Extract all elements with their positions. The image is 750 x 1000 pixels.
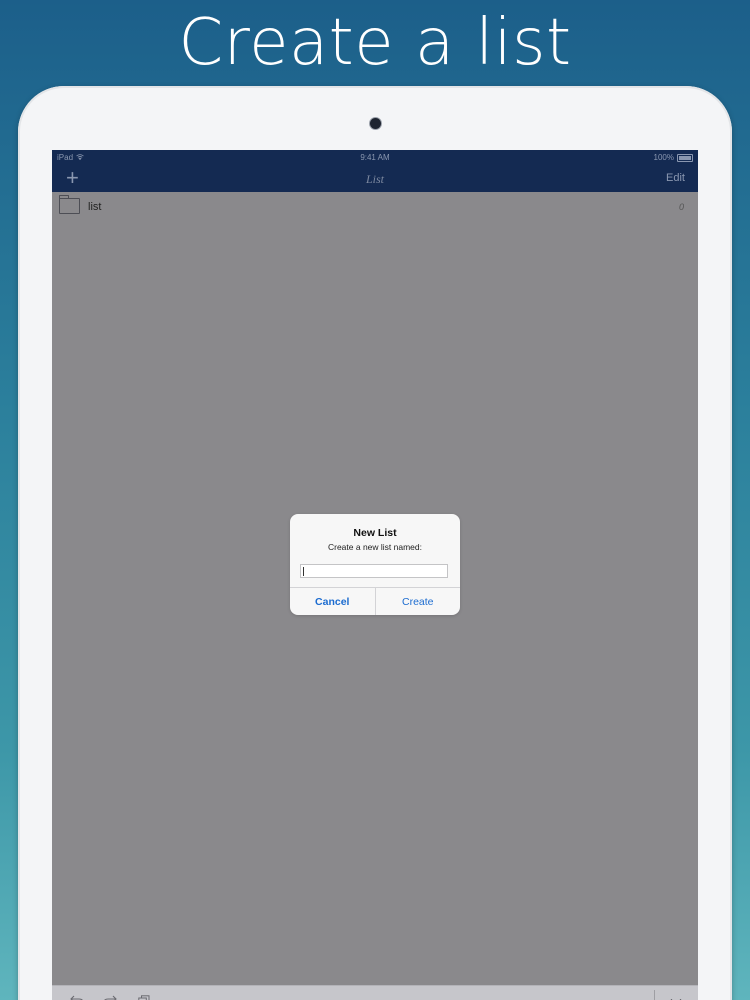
list-item[interactable]: list 0 [52, 192, 698, 222]
status-bar: iPad 9:41 AM 100% [52, 150, 698, 166]
navigation-bar: + List Edit [52, 166, 698, 192]
new-list-dialog: New List Create a new list named: Cancel… [290, 514, 460, 615]
status-time: 9:41 AM [360, 153, 390, 162]
dialog-message: Create a new list named: [327, 542, 423, 552]
bottom-toolbar [52, 985, 698, 1000]
undo-icon[interactable] [70, 995, 84, 1000]
copy-icon[interactable] [138, 995, 150, 1000]
list-item-label: list [88, 201, 102, 213]
promo-page: Create a list iPad 9:41 AM 100% + List E… [0, 0, 750, 1000]
chevron-down-icon[interactable] [670, 995, 682, 1000]
status-right: 100% [654, 153, 693, 162]
edit-button[interactable]: Edit [666, 172, 685, 184]
folder-icon [59, 195, 80, 214]
text-caret [303, 567, 304, 576]
list-item-count: 0 [678, 202, 684, 212]
cancel-button[interactable]: Cancel [290, 588, 376, 615]
redo-icon[interactable] [103, 995, 117, 1000]
nav-title: List [365, 172, 384, 186]
create-button[interactable]: Create [376, 588, 461, 615]
dialog-actions: Cancel Create [290, 587, 460, 615]
headline: Create a list [178, 6, 572, 80]
toolbar-divider [654, 990, 655, 1000]
battery-percent: 100% [653, 153, 674, 162]
list-name-input[interactable] [300, 564, 448, 578]
front-camera [370, 118, 381, 129]
dialog-title: New List [353, 527, 397, 539]
ipad-device-frame: iPad 9:41 AM 100% + List Edit list 0 New… [18, 86, 732, 1000]
battery-icon [677, 153, 693, 162]
app-screen: iPad 9:41 AM 100% + List Edit list 0 New… [52, 150, 698, 1000]
